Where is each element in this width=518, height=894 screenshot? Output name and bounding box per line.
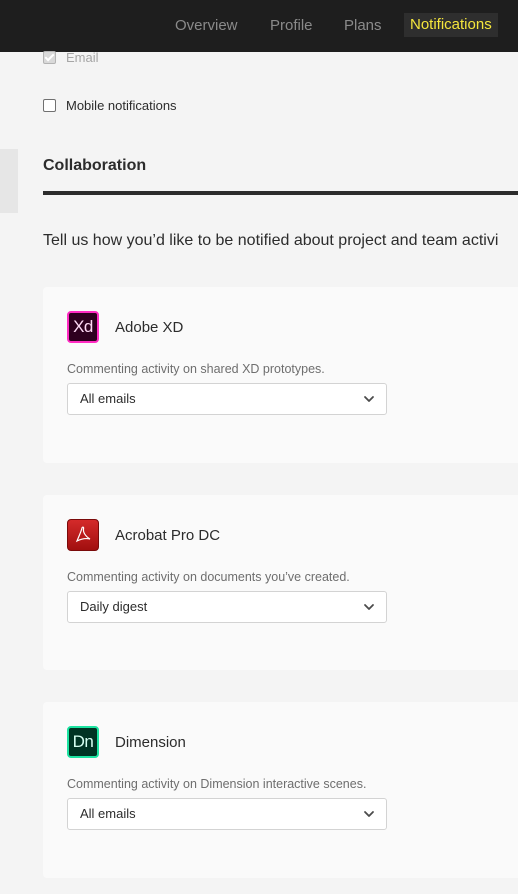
- email-checkbox[interactable]: [43, 50, 56, 64]
- app-name: Acrobat Pro DC: [115, 527, 221, 544]
- acrobat-icon: [67, 519, 99, 551]
- acrobat-logo-glyph: [75, 526, 91, 543]
- app-name: Dimension: [115, 734, 186, 751]
- chevron-down-icon: [364, 396, 374, 402]
- adobe-xd-icon: Xd: [67, 311, 99, 343]
- side-panel-tab[interactable]: [0, 149, 18, 213]
- section-description: Tell us how you’d like to be notified ab…: [43, 232, 499, 249]
- notification-frequency-select[interactable]: Daily digest: [67, 591, 387, 623]
- email-checkbox-label: Email: [66, 49, 99, 65]
- chevron-down-icon: [364, 604, 374, 610]
- mobile-notifications-label: Mobile notifications: [66, 97, 177, 113]
- app-description: Commenting activity on documents you’ve …: [67, 570, 350, 584]
- app-name: Adobe XD: [115, 319, 184, 336]
- nav-plans[interactable]: Plans: [344, 0, 382, 52]
- notification-frequency-select[interactable]: All emails: [67, 798, 387, 830]
- app-card-xd: Xd Adobe XD Commenting activity on share…: [43, 287, 518, 463]
- app-card-acrobat: Acrobat Pro DC Commenting activity on do…: [43, 495, 518, 670]
- notification-frequency-select[interactable]: All emails: [67, 383, 387, 415]
- mobile-notifications-checkbox-row[interactable]: Mobile notifications: [43, 95, 177, 115]
- section-divider: [43, 191, 518, 195]
- email-checkbox-row[interactable]: Email: [43, 47, 99, 67]
- nav-overview[interactable]: Overview: [175, 0, 238, 52]
- top-navigation: Overview Profile Plans Notifications: [0, 0, 518, 52]
- select-value: Daily digest: [80, 599, 148, 614]
- app-description: Commenting activity on shared XD prototy…: [67, 362, 325, 376]
- select-value: All emails: [80, 806, 136, 821]
- chevron-down-icon: [364, 811, 374, 817]
- mobile-notifications-checkbox[interactable]: [43, 98, 56, 112]
- select-value: All emails: [80, 391, 136, 406]
- nav-notifications[interactable]: Notifications: [404, 13, 498, 37]
- app-description: Commenting activity on Dimension interac…: [67, 777, 367, 791]
- adobe-dimension-icon: Dn: [67, 726, 99, 758]
- nav-profile[interactable]: Profile: [270, 0, 313, 52]
- app-card-dimension: Dn Dimension Commenting activity on Dime…: [43, 702, 518, 878]
- section-title: Collaboration: [43, 157, 147, 174]
